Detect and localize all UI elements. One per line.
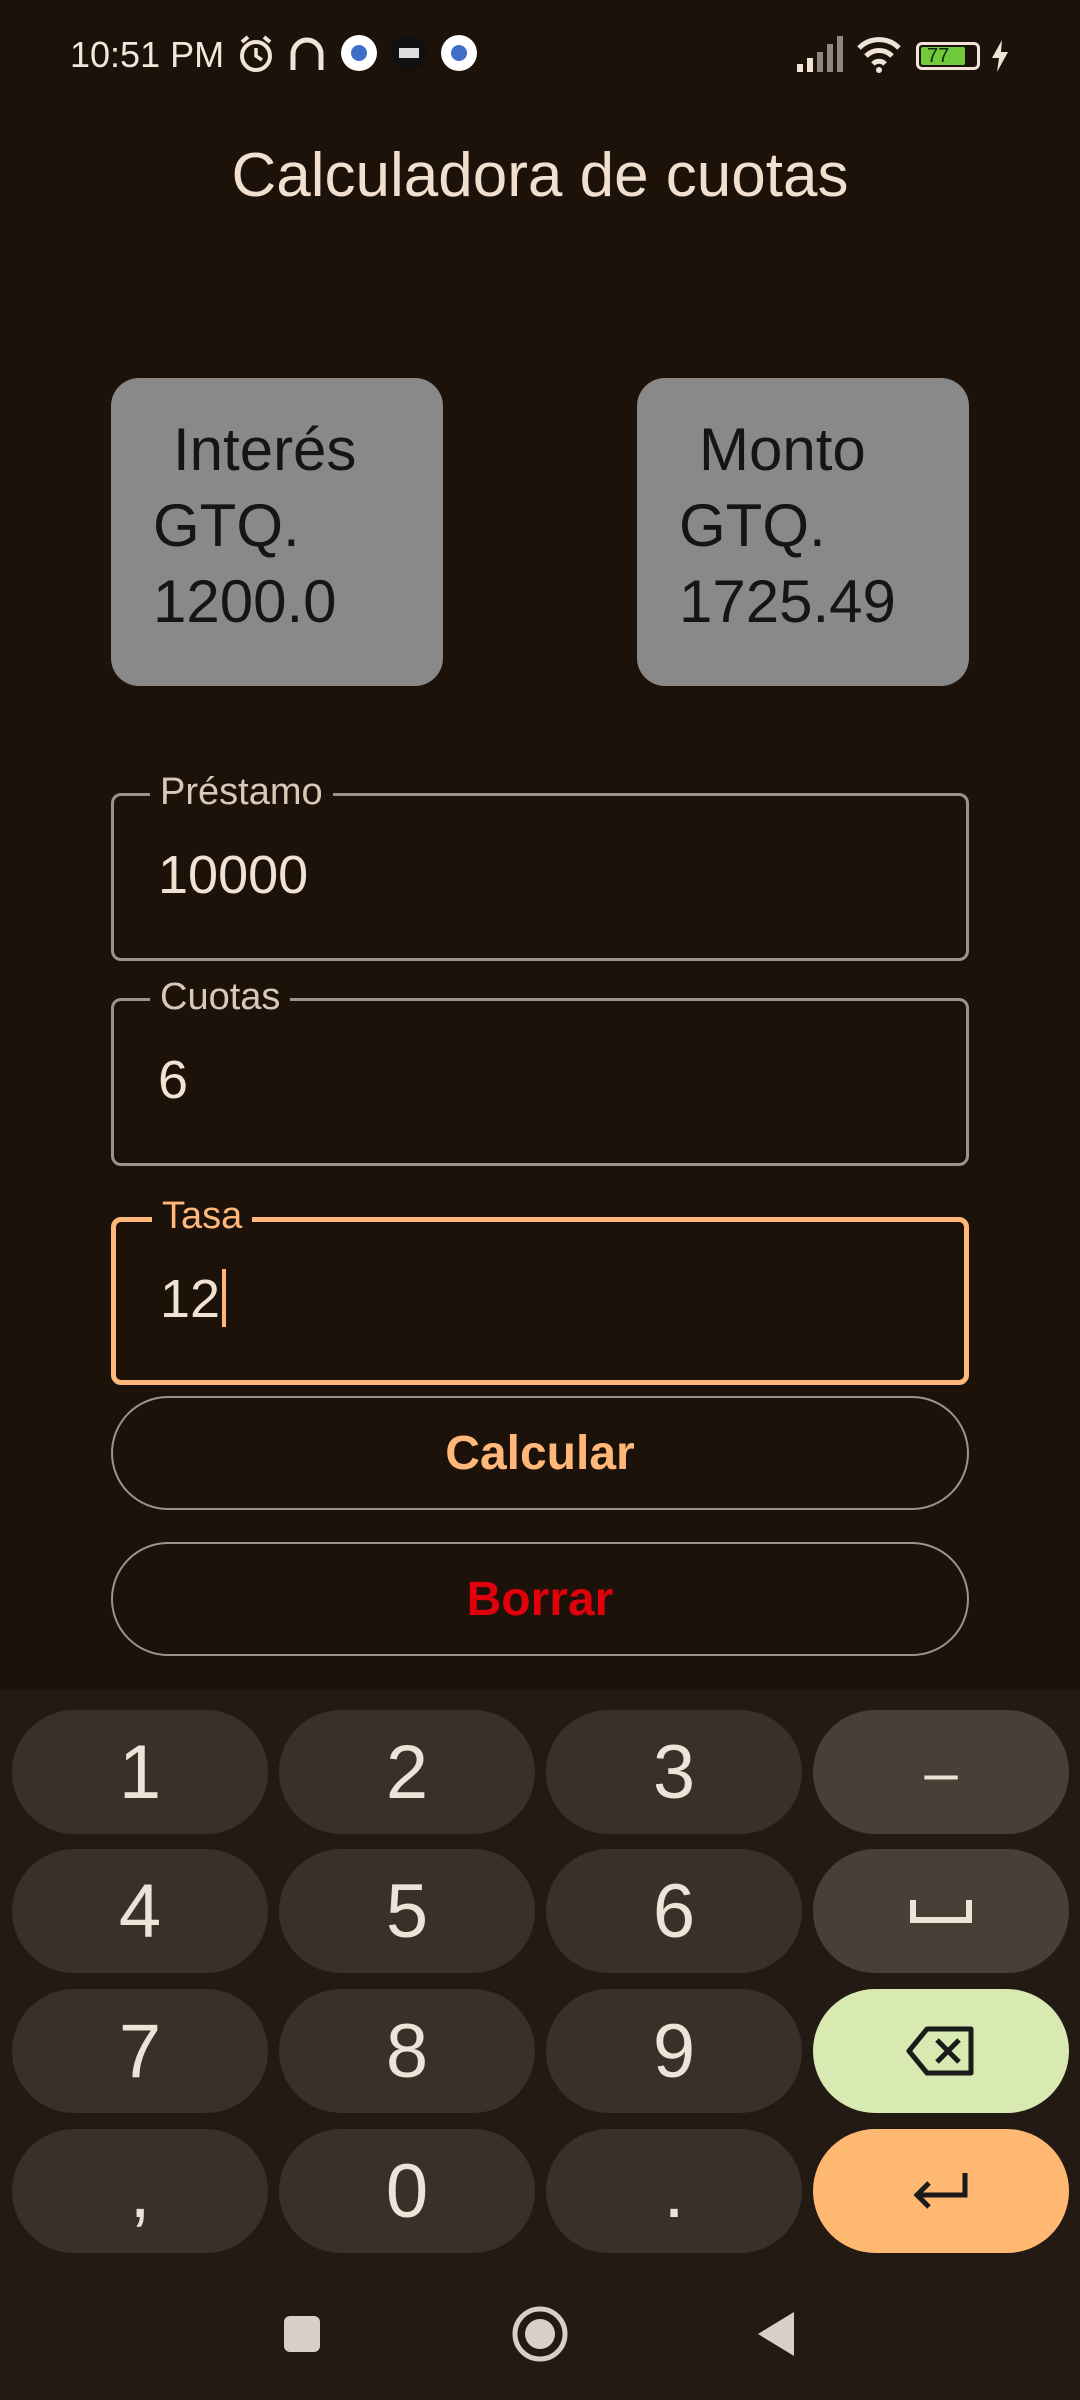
cuotas-input[interactable]: 6 [158,1049,188,1111]
key-1[interactable]: 1 [12,1710,268,1834]
key-6[interactable]: 6 [546,1849,802,1973]
home-icon[interactable] [512,2306,568,2362]
media-app-icon [391,35,427,71]
status-time: 10:51 PM [70,34,225,75]
battery-level: 77 [927,45,950,67]
status-bar: 10:51 PM 77 [0,0,1080,118]
tasa-field[interactable]: Tasa 12 [111,1194,969,1385]
interest-card-value: 1200.0 [153,568,337,635]
amount-card-currency: GTQ. [679,492,826,559]
key-8[interactable]: 8 [279,1989,535,2113]
navigation-bar [0,2260,1080,2400]
key-5[interactable]: 5 [279,1849,535,1973]
amount-card-title: Monto [699,416,866,483]
space-bar-icon [910,1900,972,1923]
interest-card: Interés GTQ. 1200.0 [111,378,443,686]
back-icon[interactable] [756,2310,796,2358]
borrar-button[interactable]: Borrar [111,1542,969,1656]
battery-icon: 77 [916,42,980,70]
key-9[interactable]: 9 [546,1989,802,2113]
prestamo-field[interactable]: Préstamo 10000 [111,770,969,961]
calcular-button[interactable]: Calcular [111,1396,969,1510]
key-comma[interactable]: , [12,2129,268,2253]
amount-card-value: 1725.49 [679,568,896,635]
key-7[interactable]: 7 [12,1989,268,2113]
key-2[interactable]: 2 [279,1710,535,1834]
key-3[interactable]: 3 [546,1710,802,1834]
settings-app-icon-2 [441,35,477,71]
cuotas-label: Cuotas [150,975,291,1019]
cuotas-field[interactable]: Cuotas 6 [111,975,969,1166]
tasa-value: 12 [160,1269,221,1329]
key-0[interactable]: 0 [279,2129,535,2253]
recents-icon[interactable] [282,2314,322,2354]
prestamo-input[interactable]: 10000 [158,844,308,906]
key-minus[interactable]: – [813,1710,1069,1834]
page-title: Calculadora de cuotas [231,141,849,210]
key-4[interactable]: 4 [12,1849,268,1973]
backspace-icon [906,2026,974,2076]
key-space[interactable] [813,1849,1069,1973]
signal-icon [797,36,843,72]
tasa-label: Tasa [152,1194,253,1238]
key-period[interactable]: . [546,2129,802,2253]
prestamo-label: Préstamo [150,770,333,814]
text-caret [222,1269,227,1327]
interest-card-currency: GTQ. [153,492,300,559]
interest-card-title: Interés [173,416,357,483]
settings-app-icon [341,35,377,71]
charging-icon [992,40,1008,72]
key-backspace[interactable] [813,1989,1069,2113]
tasa-input[interactable]: 12 [160,1268,227,1330]
headphones-icon [290,37,324,70]
enter-icon [913,2173,968,2209]
key-enter[interactable] [813,2129,1069,2253]
alarm-icon [240,35,272,72]
wifi-icon [857,37,901,73]
amount-card: Monto GTQ. 1725.49 [637,378,969,686]
